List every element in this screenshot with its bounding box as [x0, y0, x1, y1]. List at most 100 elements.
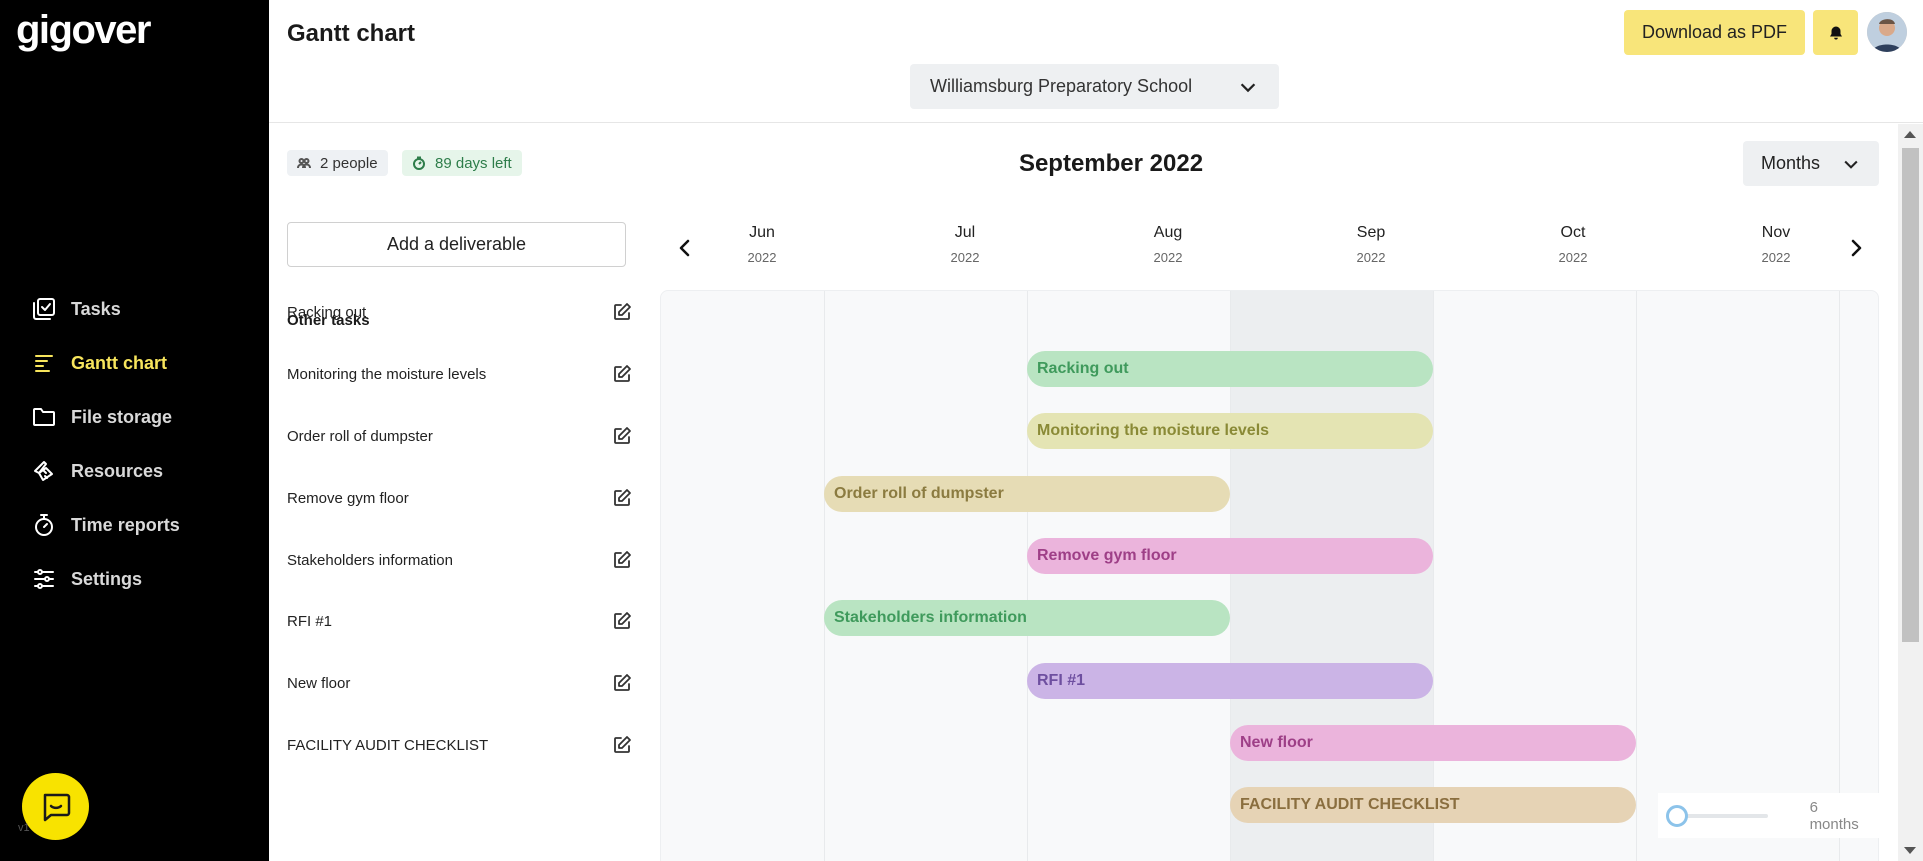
edit-icon[interactable]: [612, 488, 632, 508]
stopwatch-icon: [413, 156, 425, 170]
edit-icon[interactable]: [612, 426, 632, 446]
chevron-down-icon: [1844, 160, 1858, 169]
avatar[interactable]: [1867, 12, 1907, 52]
zoom-control: 6 months: [1658, 793, 1881, 838]
month-name: Sep: [1356, 224, 1386, 241]
task-name: Monitoring the moisture levels: [287, 365, 487, 383]
task-list-item: RFI #1: [287, 606, 632, 636]
month-column-divider: [1636, 291, 1637, 861]
sidebar-item-label: File storage: [71, 406, 173, 427]
task-list-item: FACILITY AUDIT CHECKLIST: [287, 730, 632, 760]
month-year: 2022: [1761, 250, 1791, 265]
sidebar-nav: Tasks Gantt chart File storage Resources…: [32, 282, 180, 606]
zoom-label: 6 months: [1809, 798, 1859, 833]
chevron-right-icon: [1851, 239, 1862, 257]
month-header-nov: Nov 2022: [1736, 224, 1816, 265]
chevron-down-icon: [1240, 82, 1256, 92]
days-left-badge: 89 days left: [402, 150, 522, 176]
task-name: Stakeholders information: [287, 551, 453, 569]
edit-icon[interactable]: [612, 673, 632, 693]
task-name: RFI #1: [287, 612, 333, 630]
days-left-text: 89 days left: [435, 154, 512, 172]
settings-icon: [32, 567, 56, 591]
gantt-bar[interactable]: Racking out: [1027, 351, 1433, 387]
task-name: Racking out: [287, 303, 367, 321]
month-name: Jul: [954, 224, 976, 241]
header: Gantt chart Williamsburg Preparatory Sch…: [269, 0, 1923, 123]
task-name: Remove gym floor: [287, 489, 409, 507]
edit-icon[interactable]: [612, 611, 632, 631]
chat-icon: [43, 793, 70, 821]
scrollbar-thumb[interactable]: [1902, 148, 1919, 642]
sidebar-item-time-reports[interactable]: Time reports: [32, 498, 180, 552]
current-month-title: September 2022: [1018, 150, 1204, 177]
month-year: 2022: [950, 250, 980, 265]
task-name: FACILITY AUDIT CHECKLIST: [287, 736, 489, 754]
zoom-slider-handle[interactable]: [1666, 804, 1688, 827]
scroll-down-arrow[interactable]: [1904, 847, 1916, 854]
gantt-bar[interactable]: FACILITY AUDIT CHECKLIST: [1230, 787, 1636, 824]
gantt-bar[interactable]: Stakeholders information: [824, 600, 1230, 637]
version-label: v1: [18, 822, 30, 834]
gantt-bar[interactable]: RFI #1: [1027, 662, 1433, 699]
zoom-slider[interactable]: [1666, 804, 1768, 827]
month-year: 2022: [1153, 250, 1183, 265]
next-period-button[interactable]: [1842, 234, 1870, 262]
resources-icon: [32, 459, 56, 483]
project-select-value: Williamsburg Preparatory School: [930, 76, 1193, 96]
view-mode-value: Months: [1761, 153, 1821, 173]
people-icon: [297, 158, 311, 169]
gantt-bar[interactable]: New floor: [1230, 724, 1636, 761]
chevron-left-icon: [679, 239, 690, 257]
month-name: Oct: [1560, 224, 1586, 241]
sidebar: gigover Tasks Gantt chart File storage R…: [0, 0, 269, 861]
chat-button[interactable]: [22, 773, 89, 840]
sidebar-item-resources[interactable]: Resources: [32, 444, 180, 498]
task-list-item: Order roll of dumpster: [287, 421, 632, 451]
gantt-icon: [32, 351, 56, 375]
people-badge: 2 people: [287, 150, 388, 176]
bell-icon: [1829, 26, 1842, 40]
month-year: 2022: [1356, 250, 1386, 265]
gantt-bar[interactable]: Monitoring the moisture levels: [1027, 413, 1433, 450]
month-header-jul: Jul 2022: [925, 224, 1005, 265]
main: 2 people 89 days left September 2022 Mon…: [269, 124, 1898, 861]
project-select[interactable]: Williamsburg Preparatory School: [910, 64, 1279, 109]
edit-icon[interactable]: [612, 364, 632, 384]
notifications-button[interactable]: [1813, 10, 1858, 55]
scroll-up-arrow[interactable]: [1904, 131, 1916, 138]
page-title: Gantt chart: [287, 20, 416, 47]
gantt-bar[interactable]: Order roll of dumpster: [824, 475, 1230, 512]
previous-period-button[interactable]: [671, 234, 699, 262]
month-header-oct: Oct 2022: [1533, 224, 1613, 265]
task-list-item: Monitoring the moisture levels: [287, 359, 632, 389]
gigover-logo[interactable]: gigover: [16, 8, 151, 53]
task-list-item: Racking out: [287, 297, 632, 327]
task-list-item: New floor: [287, 668, 632, 698]
month-year: 2022: [747, 250, 777, 265]
gantt-bar[interactable]: Remove gym floor: [1027, 537, 1433, 574]
month-year: 2022: [1558, 250, 1588, 265]
month-name: Nov: [1761, 224, 1791, 241]
task-name: New floor: [287, 674, 351, 692]
sidebar-item-gantt-chart[interactable]: Gantt chart: [32, 336, 180, 390]
task-list-item: Stakeholders information: [287, 545, 632, 575]
sidebar-item-label: Time reports: [71, 514, 180, 535]
download-pdf-button[interactable]: Download as PDF: [1624, 10, 1805, 55]
month-column-divider: [1433, 291, 1434, 861]
month-column-divider: [824, 291, 825, 861]
edit-icon[interactable]: [612, 550, 632, 570]
scrollbar[interactable]: [1898, 124, 1923, 861]
sidebar-item-tasks[interactable]: Tasks: [32, 282, 180, 336]
edit-icon[interactable]: [612, 302, 632, 322]
stopwatch-icon: [32, 513, 56, 537]
sidebar-item-settings[interactable]: Settings: [32, 552, 180, 606]
sidebar-item-file-storage[interactable]: File storage: [32, 390, 180, 444]
sidebar-item-label: Gantt chart: [71, 352, 168, 373]
add-deliverable-button[interactable]: Add a deliverable: [287, 222, 626, 267]
edit-icon[interactable]: [612, 735, 632, 755]
sidebar-item-label: Resources: [71, 460, 164, 481]
gantt-chart-area: Racking out Monitoring the moisture level…: [660, 290, 1879, 861]
month-name: Jun: [749, 224, 775, 241]
view-mode-select[interactable]: Months: [1743, 141, 1879, 186]
